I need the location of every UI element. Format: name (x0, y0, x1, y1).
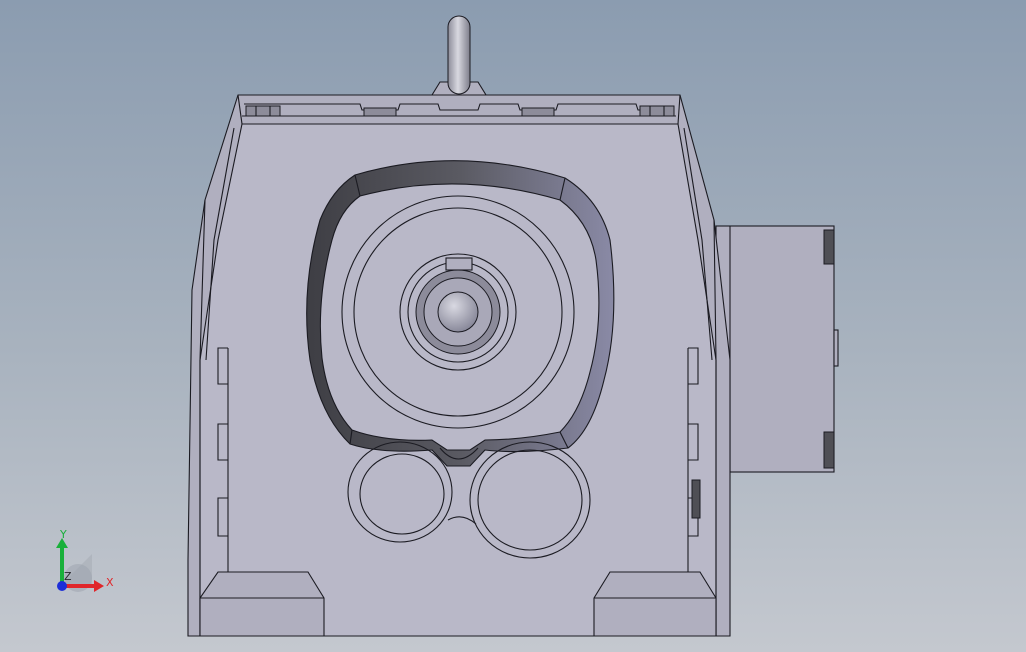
coordinate-triad: Y X Z (56, 528, 114, 592)
side-flange-housing (715, 225, 839, 473)
gearbox-front-view (187, 15, 839, 637)
cad-viewport[interactable]: Y X Z (0, 0, 1026, 652)
x-axis-label: X (106, 576, 114, 589)
z-axis-label: Z (64, 570, 72, 583)
lifting-eye-bolt (431, 15, 487, 96)
y-axis-label: Y (59, 528, 67, 541)
